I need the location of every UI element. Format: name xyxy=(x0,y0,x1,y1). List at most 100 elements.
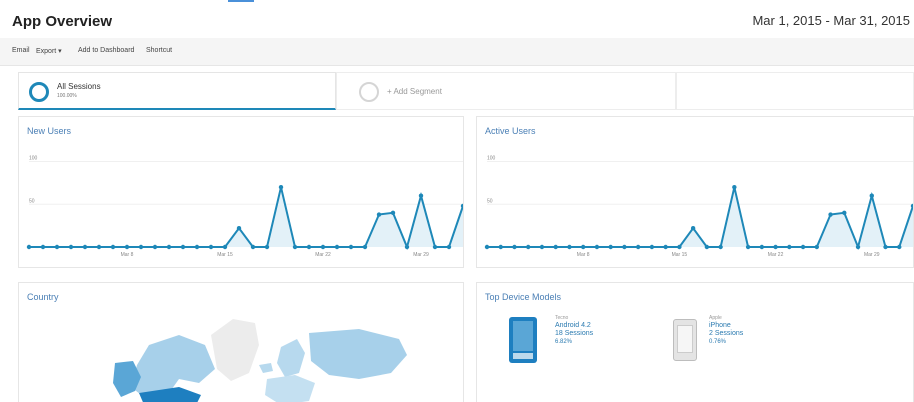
new-users-card: New Users 100 50 Mar 8 Mar 15 Mar 22 Mar 29 xyxy=(18,116,464,268)
map-greenland xyxy=(211,319,259,381)
device-brand: Apple xyxy=(709,315,722,321)
data-point xyxy=(264,244,270,250)
data-point xyxy=(306,244,312,250)
shortcut-button[interactable]: Shortcut xyxy=(146,47,172,54)
data-point xyxy=(526,244,531,250)
data-point xyxy=(138,244,144,250)
data-point xyxy=(539,244,545,250)
country-card: Country xyxy=(18,282,464,402)
data-point xyxy=(250,244,256,250)
add-to-dashboard-button[interactable]: Add to Dashboard xyxy=(78,47,134,54)
data-point xyxy=(404,244,410,250)
segment-slot-empty xyxy=(676,72,914,110)
active-users-card: Active Users 100 50 Mar 8 Mar 15 Mar 22 Mar 2… xyxy=(476,116,914,268)
active-users-chart: 100 50 Mar 8 Mar 15 Mar 22 Mar 29 xyxy=(484,156,913,258)
data-point xyxy=(348,244,354,250)
x-tick-label: Mar 8 xyxy=(121,252,134,258)
data-point xyxy=(567,244,572,250)
data-point xyxy=(553,244,558,250)
data-point xyxy=(166,244,172,250)
segment-name: All Sessions xyxy=(57,82,101,91)
data-point xyxy=(608,244,613,250)
device-item-2[interactable]: Apple iPhone 2 Sessions 0.76% xyxy=(709,315,743,346)
device-sessions: 18 Sessions xyxy=(555,330,594,337)
data-point xyxy=(68,244,74,250)
y-tick-label: 50 xyxy=(487,198,493,204)
top-device-models-card: Top Device Models Tecno Android 4.2 18 S… xyxy=(476,282,914,402)
x-tick-label: Mar 8 xyxy=(577,252,590,258)
data-point xyxy=(320,244,326,250)
export-button[interactable]: Export ▾ xyxy=(36,47,62,55)
data-point xyxy=(236,226,242,231)
device-item-1[interactable]: Tecno Android 4.2 18 Sessions 6.82% xyxy=(555,315,593,346)
map-europe xyxy=(265,375,315,402)
x-tick-label: Mar 29 xyxy=(413,252,429,258)
date-range-picker[interactable]: Mar 1, 2015 - Mar 31, 2015 xyxy=(752,13,910,28)
data-point xyxy=(690,226,696,231)
new-users-chart: 100 50 Mar 8 Mar 15 Mar 22 Mar 29 xyxy=(26,156,463,258)
data-point xyxy=(897,244,902,250)
data-point xyxy=(334,244,340,250)
top-device-models-title: Top Device Models xyxy=(485,292,562,302)
data-point xyxy=(800,244,806,250)
data-point xyxy=(418,193,424,198)
data-point xyxy=(82,244,88,250)
map-russia xyxy=(309,329,407,379)
data-point xyxy=(869,193,874,198)
data-point xyxy=(814,244,820,250)
data-point xyxy=(180,244,186,250)
android-phone-icon xyxy=(509,317,537,363)
data-point xyxy=(718,244,723,250)
data-point xyxy=(54,244,60,250)
data-point xyxy=(594,244,600,250)
data-point xyxy=(580,244,586,250)
data-point xyxy=(124,244,130,250)
x-tick-label: Mar 29 xyxy=(864,252,880,258)
x-tick-label: Mar 22 xyxy=(768,252,784,258)
data-point xyxy=(292,244,298,250)
report-toolbar: Email Export ▾ Add to Dashboard Shortcut xyxy=(0,38,914,66)
device-sessions: 2 Sessions xyxy=(709,330,744,337)
data-point xyxy=(732,184,737,190)
x-tick-label: Mar 22 xyxy=(315,252,331,258)
data-point xyxy=(704,244,710,250)
data-point xyxy=(432,244,438,250)
data-point xyxy=(498,244,503,250)
device-model: Android 4.2 xyxy=(555,322,591,329)
world-map[interactable] xyxy=(19,283,464,402)
data-point xyxy=(40,244,46,250)
data-point xyxy=(152,244,158,250)
data-point xyxy=(278,184,284,190)
add-segment-button[interactable]: + Add Segment xyxy=(336,72,676,110)
data-point xyxy=(376,212,382,217)
device-percent: 6.82% xyxy=(555,339,573,345)
data-point xyxy=(759,244,765,250)
data-point xyxy=(96,244,102,250)
y-tick-label: 100 xyxy=(487,156,496,162)
data-point xyxy=(883,244,888,250)
data-point xyxy=(842,210,847,216)
email-button[interactable]: Email xyxy=(12,47,30,54)
x-tick-label: Mar 15 xyxy=(217,252,233,258)
segment-circle-icon xyxy=(29,82,49,102)
device-percent: 0.76% xyxy=(709,339,727,345)
data-point xyxy=(208,244,214,250)
segment-bar: All Sessions 100.00% + Add Segment xyxy=(18,72,914,110)
data-point xyxy=(26,244,32,250)
segment-all-sessions[interactable]: All Sessions 100.00% xyxy=(18,72,336,110)
data-point xyxy=(787,244,792,250)
device-model: iPhone xyxy=(709,322,731,329)
y-tick-label: 100 xyxy=(29,156,38,162)
data-point xyxy=(855,244,861,250)
data-point xyxy=(828,212,833,217)
data-point xyxy=(677,244,682,250)
iphone-icon xyxy=(673,319,697,361)
page-title: App Overview xyxy=(12,13,113,30)
empty-segment-circle-icon xyxy=(359,82,379,102)
data-point xyxy=(773,244,778,250)
data-point xyxy=(649,244,655,250)
data-point xyxy=(622,244,627,250)
x-tick-label: Mar 15 xyxy=(672,252,688,258)
data-point xyxy=(745,244,751,250)
map-scandinavia xyxy=(277,339,305,377)
